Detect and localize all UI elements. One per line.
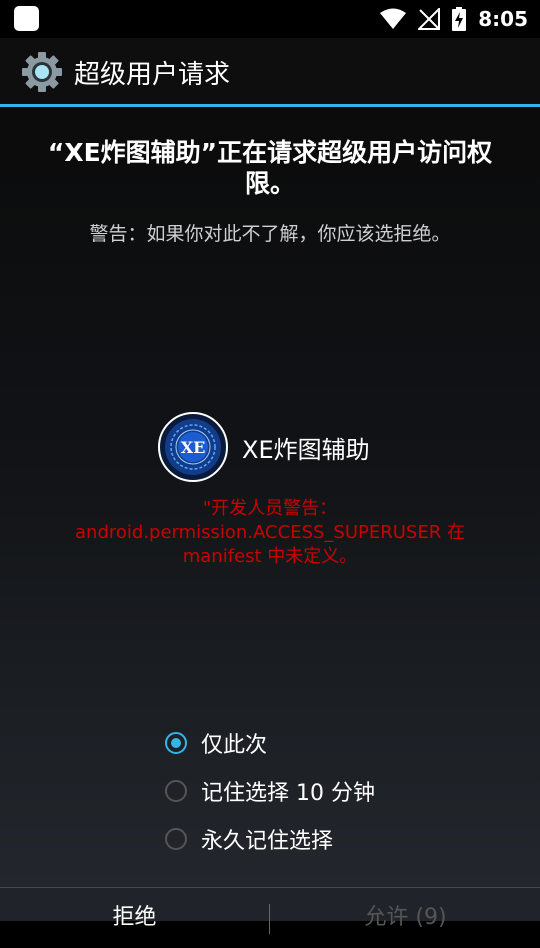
action-bar: 超级用户请求 (0, 38, 540, 104)
developer-warning-line: manifest 中未定义。 (182, 546, 358, 567)
option-forever[interactable]: 永久记住选择 (165, 815, 375, 863)
status-icons: 8:05 (380, 4, 528, 34)
wifi-icon (380, 8, 407, 29)
clock: 8:05 (478, 7, 528, 31)
deny-button[interactable]: 拒绝 (0, 888, 269, 948)
app-info: XE XE炸图辅助 (158, 412, 370, 482)
option-label: 永久记住选择 (201, 829, 334, 854)
developer-warning-line: android.permission.ACCESS_SUPERUSER 在 (75, 522, 465, 543)
request-panel: “XE炸图辅助”正在请求超级用户访问权限。 警告：如果你对此不了解，你应该选拒绝… (0, 107, 540, 887)
developer-warning-line: "开发人员警告： (202, 498, 338, 519)
radio-button-checked[interactable] (165, 732, 187, 754)
page-title: 超级用户请求 (74, 60, 231, 90)
request-warning: 警告：如果你对此不了解，你应该选拒绝。 (89, 223, 451, 245)
app-name: XE炸图辅助 (242, 435, 370, 464)
option-once[interactable]: 仅此次 (165, 719, 375, 767)
option-10-minutes[interactable]: 记住选择 10 分钟 (165, 767, 375, 815)
svg-text:XE: XE (181, 438, 206, 457)
allow-button[interactable]: 允许 (9) (271, 888, 540, 948)
app-logo: XE (158, 412, 228, 482)
remember-options: 仅此次 记住选择 10 分钟 永久记住选择 (165, 719, 375, 863)
no-signal-icon (418, 8, 441, 30)
button-bar: 拒绝 允许 (9) (0, 887, 540, 934)
battery-charging-icon (452, 7, 467, 31)
option-label: 记住选择 10 分钟 (201, 781, 375, 806)
notification-icon (14, 6, 39, 31)
request-heading: “XE炸图辅助”正在请求超级用户访问权限。 (47, 138, 493, 198)
status-bar: 8:05 (0, 0, 540, 38)
radio-button[interactable] (165, 828, 187, 850)
radio-button[interactable] (165, 780, 187, 802)
gear-icon (22, 52, 62, 92)
developer-warning: "开发人员警告： android.permission.ACCESS_SUPER… (20, 497, 520, 569)
button-divider (269, 904, 270, 934)
option-label: 仅此次 (201, 733, 268, 758)
